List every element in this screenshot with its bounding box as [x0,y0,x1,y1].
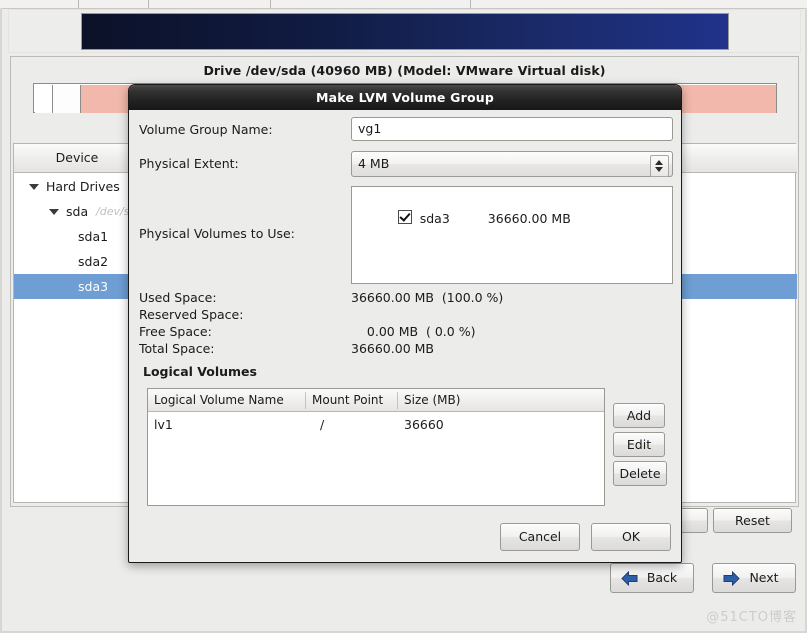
back-button[interactable]: Back [610,563,694,593]
arrow-left-icon [621,571,638,586]
back-button-label: Back [646,570,678,585]
installer-banner [81,13,729,50]
next-button[interactable]: Next [712,563,796,593]
reset-button[interactable]: Reset [713,508,792,533]
lv-size: 36660 [404,417,444,432]
installer-banner-area [8,9,801,53]
physical-volumes-listbox[interactable]: sda3 36660.00 MB [351,186,673,284]
physical-extent-value: 4 MB [358,156,390,171]
physical-volume-row[interactable]: sda3 36660.00 MB [358,192,571,226]
column-header-lv-name[interactable]: Logical Volume Name [154,393,284,407]
lv-mount-point: / [320,417,325,432]
ok-button[interactable]: OK [591,523,671,551]
add-logical-volume-button[interactable]: Add [613,403,665,428]
cancel-button[interactable]: Cancel [500,523,580,551]
delete-logical-volume-button[interactable]: Delete [613,461,667,486]
volume-group-name-label: Volume Group Name: [139,122,273,137]
free-space-value: 0.00 MB ( 0.0 %) [351,324,476,339]
next-button-label: Next [749,570,779,585]
window-chrome-strip [0,0,807,9]
physical-volume-name: sda3 [419,211,450,226]
column-header-mount-point[interactable]: Mount Point [312,393,383,407]
spinner-arrows-icon[interactable] [650,155,669,177]
logical-volumes-title: Logical Volumes [143,364,257,379]
physical-extent-label: Physical Extent: [139,156,239,171]
physical-volumes-label: Physical Volumes to Use: [139,226,295,241]
drive-title: Drive /dev/sda (40960 MB) (Model: VMware… [203,63,606,78]
tree-item-label: sda1 [78,229,109,244]
tree-item-label: sda2 [78,254,109,269]
logical-volume-row[interactable]: lv1 / 36660 [148,414,604,436]
reserved-space-label: Reserved Space: [139,307,244,322]
edit-logical-volume-button[interactable]: Edit [613,432,665,457]
tree-item-label: Hard Drives [46,179,120,194]
total-space-label: Total Space: [139,341,215,356]
dialog-body: Volume Group Name: vg1 Physical Extent: … [129,110,681,562]
tree-item-label: sda3 [78,279,109,294]
checkbox-checked-icon[interactable] [397,210,412,224]
installer-screen: Drive /dev/sda (40960 MB) (Model: VMware… [0,0,807,633]
column-header-size[interactable]: Size (MB) [404,393,460,407]
physical-volume-size: 36660.00 MB [487,211,571,226]
total-space-value: 36660.00 MB [351,341,434,356]
tree-item-label: sda [66,204,89,219]
arrow-right-icon [723,571,740,586]
make-lvm-volume-group-dialog: Make LVM Volume Group Volume Group Name:… [128,84,682,563]
volume-group-name-input[interactable]: vg1 [351,117,673,141]
lv-name: lv1 [154,417,173,432]
logical-volumes-table: Logical Volume Name Mount Point Size (MB… [147,388,605,506]
logical-volumes-header: Logical Volume Name Mount Point Size (MB… [148,389,604,412]
dialog-title: Make LVM Volume Group [129,85,681,110]
column-header-device[interactable]: Device [14,150,140,165]
partition-segment-sda1[interactable] [35,85,53,113]
physical-extent-select[interactable]: 4 MB [351,151,673,177]
window-edge-left [0,8,2,633]
partition-segment-sda2[interactable] [53,85,81,113]
free-space-label: Free Space: [139,324,212,339]
used-space-label: Used Space: [139,290,217,305]
watermark: @51CTO博客 [706,610,797,625]
used-space-value: 36660.00 MB (100.0 %) [351,290,504,305]
